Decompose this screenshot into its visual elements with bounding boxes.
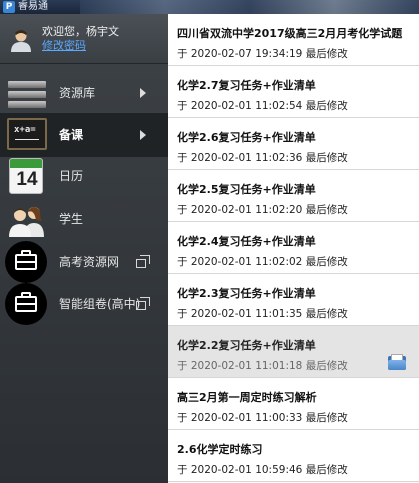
nav-item-label: 备课 xyxy=(59,128,84,142)
document-modified-time: 于 2020-02-01 11:02:20 最后修改 xyxy=(177,204,348,216)
document-title: 2.6化学定时练习 xyxy=(177,443,263,456)
briefcase-icon xyxy=(5,241,47,283)
nav-item-resource-library[interactable]: 资源库 xyxy=(0,71,168,115)
chevron-right-icon xyxy=(140,130,146,140)
document-modified-time: 于 2020-02-01 11:01:35 最后修改 xyxy=(177,308,348,320)
list-item[interactable]: 化学2.6复习任务+作业清单 于 2020-02-01 11:02:36 最后修… xyxy=(168,118,419,170)
bookshelf-icon xyxy=(8,79,46,109)
document-modified-time: 于 2020-02-01 11:00:33 最后修改 xyxy=(177,412,348,424)
list-item[interactable]: 化学2.3复习任务+作业清单 于 2020-02-01 11:01:35 最后修… xyxy=(168,274,419,326)
nav-item-label: 学生 xyxy=(59,212,84,226)
calendar-icon: 14 xyxy=(9,158,43,194)
open-folder-icon[interactable] xyxy=(388,354,406,370)
app-title: 睿易通 xyxy=(18,1,48,12)
nav-item-smart-exam-builder[interactable]: 智能组卷(高中) xyxy=(0,282,168,326)
nav-item-label: 智能组卷(高中) xyxy=(59,297,141,311)
document-modified-time: 于 2020-02-01 10:59:46 最后修改 xyxy=(177,464,348,476)
document-title: 化学2.4复习任务+作业清单 xyxy=(177,235,316,248)
document-modified-time: 于 2020-02-07 19:34:19 最后修改 xyxy=(177,48,348,60)
document-title: 化学2.6复习任务+作业清单 xyxy=(177,131,316,144)
nav-item-label: 高考资源网 xyxy=(59,255,120,269)
document-title: 高三2月第一周定时练习解析 xyxy=(177,391,317,404)
students-icon xyxy=(9,207,44,237)
document-modified-time: 于 2020-02-01 11:02:36 最后修改 xyxy=(177,152,348,164)
sidebar: 欢迎您，杨宇文 修改密码 资源库 x+a= 备课 14 日历 学生 高考资源网 … xyxy=(0,14,168,483)
open-external-icon[interactable] xyxy=(136,297,150,311)
document-title: 四川省双流中学2017级高三2月月考化学试题 xyxy=(177,27,403,40)
list-item[interactable]: 2.6化学定时练习 于 2020-02-01 10:59:46 最后修改 xyxy=(168,430,419,482)
change-password-link[interactable]: 修改密码 xyxy=(42,39,86,52)
welcome-text: 欢迎您，杨宇文 xyxy=(42,25,119,38)
nav-item-calendar[interactable]: 14 日历 xyxy=(0,154,168,198)
app-logo-icon: P xyxy=(3,1,15,13)
nav-item-lesson-prep[interactable]: x+a= 备课 xyxy=(0,113,168,157)
list-item[interactable]: 化学2.4复习任务+作业清单 于 2020-02-01 11:02:02 最后修… xyxy=(168,222,419,274)
title-bar: P 睿易通 xyxy=(0,0,419,14)
document-modified-time: 于 2020-02-01 11:02:02 最后修改 xyxy=(177,256,348,268)
blackboard-icon: x+a= xyxy=(7,118,47,150)
list-item[interactable]: 化学2.5复习任务+作业清单 于 2020-02-01 11:02:20 最后修… xyxy=(168,170,419,222)
open-external-icon[interactable] xyxy=(136,255,150,269)
nav-item-label: 日历 xyxy=(59,169,84,183)
document-title: 化学2.3复习任务+作业清单 xyxy=(177,287,316,300)
nav-item-students[interactable]: 学生 xyxy=(0,197,168,241)
document-title: 化学2.2复习任务+作业清单 xyxy=(177,339,316,352)
briefcase-icon xyxy=(5,283,47,325)
user-panel: 欢迎您，杨宇文 修改密码 xyxy=(0,14,168,64)
chevron-right-icon xyxy=(140,88,146,98)
list-item[interactable]: 化学2.7复习任务+作业清单 于 2020-02-01 11:02:54 最后修… xyxy=(168,66,419,118)
nav-item-label: 资源库 xyxy=(59,86,96,100)
nav-item-gaokao-resources[interactable]: 高考资源网 xyxy=(0,240,168,284)
list-item-selected[interactable]: 化学2.2复习任务+作业清单 于 2020-02-01 11:01:18 最后修… xyxy=(168,326,419,378)
list-item[interactable]: 高三2月第一周定时练习解析 于 2020-02-01 11:00:33 最后修改 xyxy=(168,378,419,430)
document-title: 化学2.5复习任务+作业清单 xyxy=(177,183,316,196)
document-title: 化学2.7复习任务+作业清单 xyxy=(177,79,316,92)
document-list: 四川省双流中学2017级高三2月月考化学试题 于 2020-02-07 19:3… xyxy=(168,14,419,483)
document-modified-time: 于 2020-02-01 11:01:18 最后修改 xyxy=(177,360,348,372)
document-modified-time: 于 2020-02-01 11:02:54 最后修改 xyxy=(177,100,348,112)
title-bar-background xyxy=(80,0,419,14)
user-avatar-icon xyxy=(11,30,31,52)
list-item[interactable]: 四川省双流中学2017级高三2月月考化学试题 于 2020-02-07 19:3… xyxy=(168,14,419,66)
